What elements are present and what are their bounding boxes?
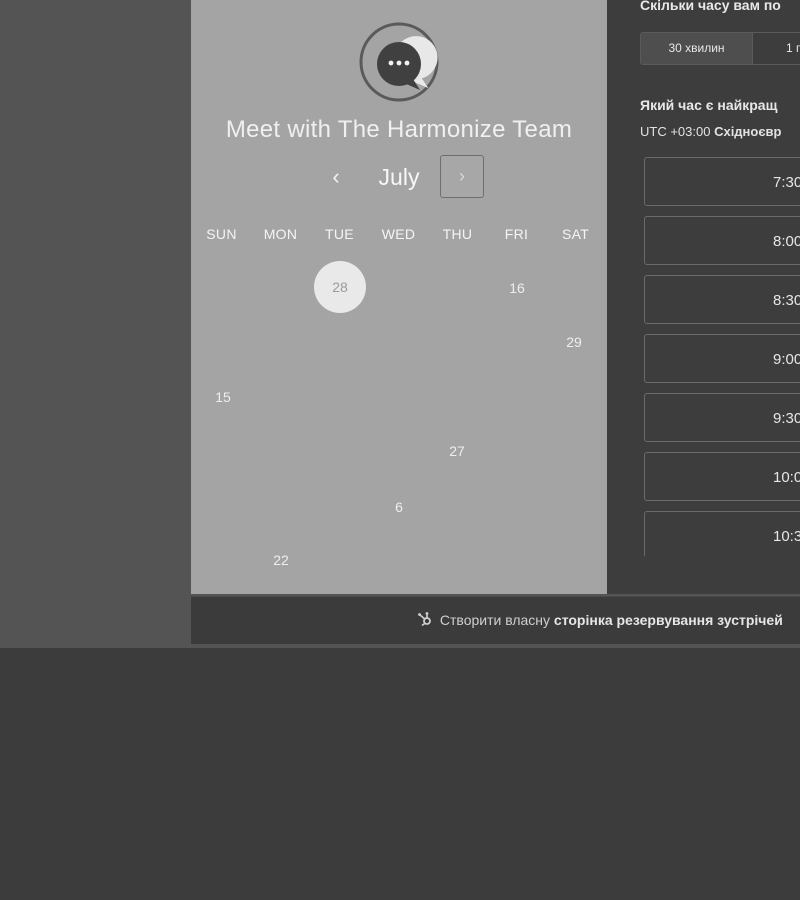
duration-selector: 30 хвилин 1 г xyxy=(640,32,800,65)
time-slot[interactable]: 7:30 xyxy=(644,157,800,206)
time-slot[interactable]: 8:30 xyxy=(644,275,800,324)
footer-bar: Створити власну сторінка резервування зу… xyxy=(191,596,800,644)
duration-question: Скільки часу вам по xyxy=(640,0,781,13)
time-slot-label: 8:00 xyxy=(773,233,800,250)
duration-option-1hour[interactable]: 1 г xyxy=(753,33,800,64)
calendar-day-selected[interactable]: 28 xyxy=(314,261,366,313)
time-slot-label: 8:30 xyxy=(773,292,800,309)
calendar-day: 6 xyxy=(395,499,403,515)
time-slot[interactable]: 10:0 xyxy=(644,452,800,501)
time-slot-label: 9:30 xyxy=(773,410,800,427)
timezone-offset: UTC +03:00 xyxy=(640,124,711,139)
weekday-sat: SAT xyxy=(561,226,590,242)
calendar-panel: Meet with The Harmonize Team ‹ July › SU… xyxy=(191,0,607,594)
time-slot-label: 9:00 xyxy=(773,351,800,368)
weekday-tue: TUE xyxy=(325,226,354,242)
month-navigation: ‹ July › xyxy=(191,155,607,199)
calendar-day: 15 xyxy=(215,389,231,405)
weekday-sun: SUN xyxy=(206,226,237,242)
timezone-label[interactable]: UTC +03:00 Східноєвр xyxy=(640,124,781,139)
duration-option-30min[interactable]: 30 хвилин xyxy=(641,33,753,64)
weekday-thu: THU xyxy=(442,226,473,242)
time-slot[interactable]: 10:3 xyxy=(644,511,800,556)
weekday-mon: MON xyxy=(263,226,298,242)
booking-panel: Скільки часу вам по 30 хвилин 1 г Який ч… xyxy=(607,0,800,594)
weekday-wed: WED xyxy=(381,226,416,242)
time-slot-label: 10:0 xyxy=(773,469,800,486)
footer-prefix: Створити власну xyxy=(439,612,551,628)
footer-emphasis: сторінка резервування зустрічей xyxy=(553,612,783,628)
hubspot-sprocket-icon xyxy=(418,612,431,627)
weekday-fri: FRI xyxy=(504,226,529,242)
time-question: Який час є найкращ xyxy=(640,97,778,113)
previous-month-button[interactable]: ‹ xyxy=(321,157,351,197)
timezone-name: Східноєвр xyxy=(714,124,782,139)
time-slot[interactable]: 9:30 xyxy=(644,393,800,442)
next-month-button[interactable]: › xyxy=(440,155,484,198)
chat-bubble-logo-icon xyxy=(359,22,439,102)
calendar-day: 16 xyxy=(509,280,525,296)
page-title: Meet with The Harmonize Team xyxy=(225,116,573,143)
time-slot-label: 10:3 xyxy=(773,528,800,545)
calendar-day: 22 xyxy=(273,552,289,568)
time-slot-list: 7:30 8:00 8:30 9:00 9:30 10:0 10:3 xyxy=(644,156,800,556)
month-label: July xyxy=(378,164,420,190)
time-slot[interactable]: 8:00 xyxy=(644,216,800,265)
time-slot-label: 7:30 xyxy=(773,174,800,191)
create-booking-page-link[interactable]: Створити власну сторінка резервування зу… xyxy=(417,597,783,644)
calendar-day: 29 xyxy=(566,334,582,350)
calendar-day: 27 xyxy=(449,443,465,459)
page-background-lower xyxy=(0,648,800,900)
time-slot[interactable]: 9:00 xyxy=(644,334,800,383)
meetings-widget: Meet with The Harmonize Team ‹ July › SU… xyxy=(191,0,800,594)
